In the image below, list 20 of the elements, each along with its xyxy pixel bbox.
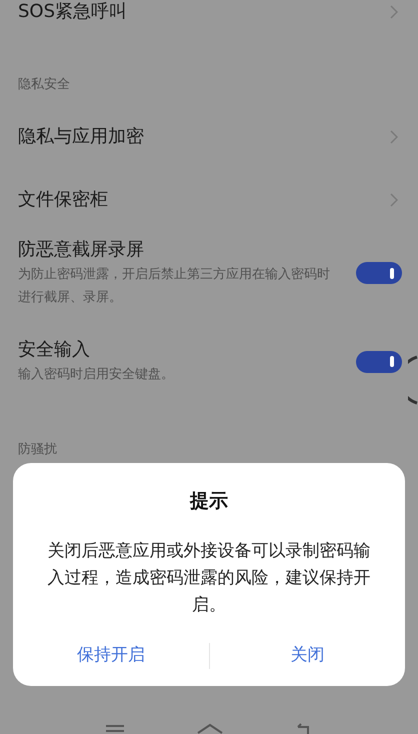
setting-description: 输入密码时启用安全键盘。 <box>18 366 175 384</box>
setting-title[interactable]: SOS紧急呼叫 <box>18 0 128 25</box>
toggle-switch[interactable] <box>356 350 402 372</box>
home-icon[interactable] <box>194 722 225 734</box>
toggle-switch[interactable] <box>356 262 402 284</box>
dialog-message: 关闭后恶意应用或外接设备可以录制密码输入过程，造成密码泄露的风险，建议保持开启。 <box>46 540 372 616</box>
dialog-title: 提示 <box>190 489 228 514</box>
dialog-button[interactable]: 保持开启 <box>68 643 153 669</box>
setting-title[interactable]: 文件保密柜 <box>18 186 108 213</box>
chevron-right-icon <box>390 130 398 144</box>
chevron-right-icon <box>390 4 398 18</box>
menu-icon[interactable] <box>104 724 126 734</box>
section-header: 防骚扰 <box>18 442 57 457</box>
chevron-right-icon <box>390 192 398 206</box>
setting-title: 安全输入 <box>18 338 91 362</box>
setting-description: 为防止密码泄露，开启后禁止第三方应用在输入密码时进行截屏、录屏。 <box>18 266 331 307</box>
section-header: 隐私安全 <box>18 77 70 92</box>
dialog-button[interactable]: 关闭 <box>282 643 332 669</box>
setting-title[interactable]: 隐私与应用加密 <box>18 123 144 150</box>
setting-title: 防恶意截屏录屏 <box>18 238 145 262</box>
